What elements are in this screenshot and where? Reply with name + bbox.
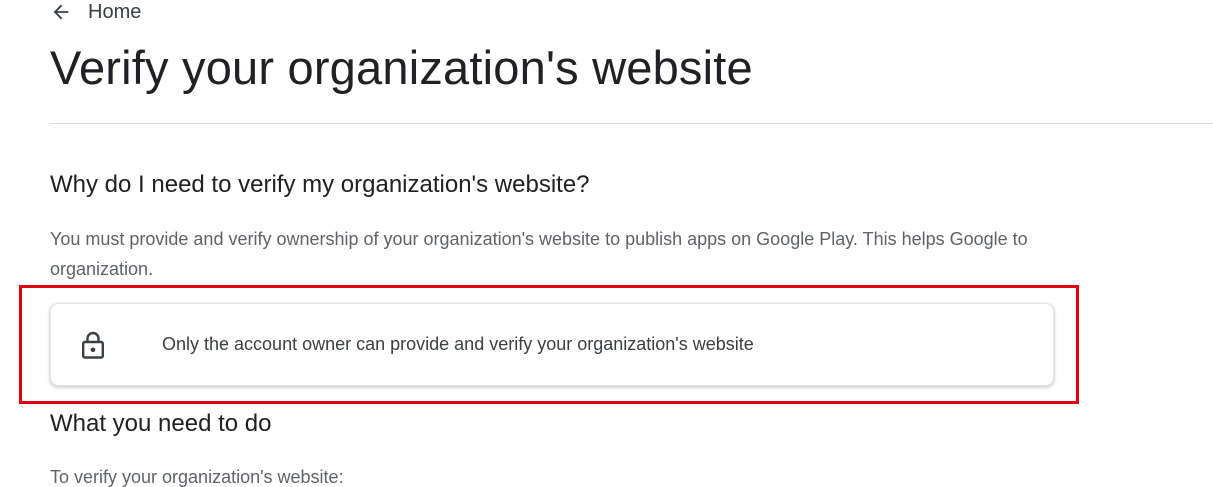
why-section-body: You must provide and verify ownership of… (50, 224, 1213, 284)
account-owner-notice-card: Only the account owner can provide and v… (50, 303, 1054, 386)
lock-icon (79, 329, 107, 361)
notice-text: Only the account owner can provide and v… (162, 334, 754, 354)
page: Home Verify your organization's website … (0, 0, 1213, 487)
title-divider (50, 123, 1213, 124)
arrow-back-icon (50, 1, 72, 23)
what-section-heading: What you need to do (50, 410, 272, 437)
what-section-body: To verify your organization's website: (50, 467, 344, 487)
why-body-line1: You must provide and verify ownership of… (50, 229, 1028, 249)
breadcrumb-label: Home (88, 0, 142, 23)
why-section-heading: Why do I need to verify my organization'… (50, 171, 590, 198)
breadcrumb-home-link[interactable]: Home (50, 0, 141, 24)
why-body-line2: organization. (50, 259, 154, 279)
page-title: Verify your organization's website (50, 41, 753, 94)
